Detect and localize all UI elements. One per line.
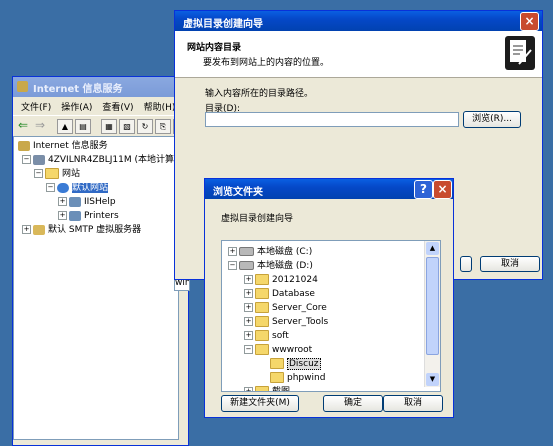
browse-titlebar[interactable]: 浏览文件夹 ? × (205, 179, 453, 199)
wizard-header-subtitle: 要发布到网站上的内容的位置。 (203, 58, 330, 68)
folder-icon (45, 168, 59, 179)
iis-window: Internet 信息服务 文件(F) 操作(A) 查看(V) 帮助(H) ⇐ ⇒ ▲… (12, 76, 190, 446)
menu-help[interactable]: 帮助(H) (144, 103, 176, 113)
ok-button[interactable]: 确定 (323, 395, 383, 412)
new-folder-button[interactable]: 新建文件夹(M) (221, 395, 299, 412)
browse-description: 虚拟目录创建向导 (221, 214, 294, 224)
menu-view[interactable]: 查看(V) (102, 103, 133, 113)
tree-item-smtp[interactable]: + 默认 SMTP 虚拟服务器 (18, 223, 178, 237)
iis-toolbar: ⇐ ⇒ ▲ ▤ ▦ ▧ ↻ ⎘ ? (13, 115, 189, 137)
tree-item-iishelp[interactable]: + IISHelp (18, 195, 178, 209)
iis-tree: Internet 信息服务 −4ZVILNR4ZBLJ11M (本地计算机) −… (13, 136, 179, 440)
collapse-icon[interactable]: − (46, 183, 55, 192)
tree-item-folder[interactable]: + Server_Tools (222, 315, 440, 329)
tree-item-folder[interactable]: + soft (222, 329, 440, 343)
iis-title: Internet 信息服务 (33, 84, 123, 95)
properties-icon[interactable]: ▦ (101, 119, 117, 134)
folder-icon (270, 372, 284, 383)
expand-icon[interactable]: + (244, 275, 253, 284)
gear-icon (69, 210, 81, 221)
tree-item-folder[interactable]: +20121024 (222, 273, 440, 287)
iis-menubar: 文件(F) 操作(A) 查看(V) 帮助(H) (21, 100, 188, 114)
refresh-icon[interactable]: ↻ (137, 119, 153, 134)
export-icon[interactable]: ⎘ (155, 119, 171, 134)
tree-item-folder[interactable]: phpwind (222, 371, 440, 385)
tree-item-printers[interactable]: + Printers (18, 209, 178, 223)
wizard-back-button[interactable] (460, 256, 472, 272)
expand-icon[interactable]: + (228, 247, 237, 256)
wizard-cancel-button[interactable]: 取消 (480, 256, 540, 272)
iis-icon (18, 140, 30, 151)
drive-icon (239, 261, 254, 270)
expand-icon[interactable]: + (244, 303, 253, 312)
wizard-prompt: 输入内容所在的目录路径。 (205, 89, 314, 99)
tree-item-drive-c[interactable]: + 本地磁盘 (C:) (222, 245, 440, 259)
up-folder-icon[interactable]: ▲ (57, 119, 73, 134)
expand-icon[interactable]: + (244, 387, 253, 391)
wizard-header: 网站内容目录 要发布到网站上的内容的位置。 (175, 31, 542, 78)
expand-icon[interactable]: + (244, 331, 253, 340)
tree-item-folder[interactable]: + Database (222, 287, 440, 301)
back-icon[interactable]: ⇐ (18, 118, 28, 132)
wizard-titlebar[interactable]: 虚拟目录创建向导 × (175, 11, 542, 31)
tree-item-computer[interactable]: −4ZVILNR4ZBLJ11M (本地计算机) (18, 153, 178, 167)
folder-icon (255, 302, 269, 313)
drive-icon (239, 247, 254, 256)
expand-icon[interactable]: + (244, 317, 253, 326)
menu-action[interactable]: 操作(A) (61, 103, 92, 113)
smtp-icon (33, 224, 45, 235)
globe-icon (57, 182, 69, 193)
folder-icon (255, 288, 269, 299)
collapse-icon[interactable]: − (22, 155, 31, 164)
expand-icon[interactable]: + (58, 197, 67, 206)
browse-button[interactable]: 浏览(R)... (463, 111, 521, 128)
tree-item-default-site[interactable]: − 默认网站 (18, 181, 178, 195)
wizard-title: 虚拟目录创建向导 (183, 19, 263, 30)
expand-icon[interactable]: + (244, 289, 253, 298)
folder-open-icon (255, 344, 269, 355)
tree-item-drive-d[interactable]: − 本地磁盘 (D:) (222, 259, 440, 273)
close-icon[interactable]: × (520, 12, 539, 31)
directory-input[interactable] (205, 112, 459, 127)
tree-item-iis[interactable]: Internet 信息服务 (18, 139, 178, 153)
tree-item-folder[interactable]: − wwwroot (222, 343, 440, 357)
cancel-button[interactable]: 取消 (383, 395, 443, 412)
forward-icon[interactable]: ⇒ (35, 118, 45, 132)
collapse-icon[interactable]: − (228, 261, 237, 270)
menu-file[interactable]: 文件(F) (21, 103, 51, 113)
tree-item-folder[interactable]: + Server_Core (222, 301, 440, 315)
wizard-logo-icon (505, 36, 535, 70)
tree-item-folder-selected[interactable]: Discuz (222, 357, 440, 371)
expand-icon[interactable]: + (58, 211, 67, 220)
folder-icon (255, 274, 269, 285)
scroll-down-icon[interactable]: ▼ (426, 373, 439, 386)
iis-app-icon (17, 81, 28, 92)
delete-icon[interactable]: ▧ (119, 119, 135, 134)
wizard-header-title: 网站内容目录 (187, 43, 242, 53)
scroll-up-icon[interactable]: ▲ (426, 242, 439, 255)
expand-icon[interactable]: + (22, 225, 31, 234)
tree-item-websites[interactable]: − 网站 (18, 167, 178, 181)
show-tree-icon[interactable]: ▤ (75, 119, 91, 134)
gear-icon (69, 196, 81, 207)
browse-dialog: 浏览文件夹 ? × 虚拟目录创建向导 + 本地磁盘 (C:) − 本地磁盘 (D:)… (204, 178, 454, 418)
help-button[interactable]: ? (414, 180, 433, 199)
folder-icon (270, 358, 284, 369)
collapse-icon[interactable]: − (244, 345, 253, 354)
browse-title: 浏览文件夹 (213, 187, 263, 198)
folder-icon (255, 386, 269, 391)
collapse-icon[interactable]: − (34, 169, 43, 178)
scroll-thumb[interactable] (426, 257, 439, 355)
computer-icon (33, 154, 45, 165)
iis-titlebar[interactable]: Internet 信息服务 (13, 77, 188, 97)
close-button[interactable]: × (433, 180, 452, 199)
tree-item-folder[interactable]: + 截图 (222, 385, 440, 391)
vertical-scrollbar[interactable]: ▲ ▼ (424, 241, 440, 387)
folder-icon (255, 316, 269, 327)
folder-tree: + 本地磁盘 (C:) − 本地磁盘 (D:) +20121024 + Databas… (221, 240, 441, 392)
folder-icon (255, 330, 269, 341)
